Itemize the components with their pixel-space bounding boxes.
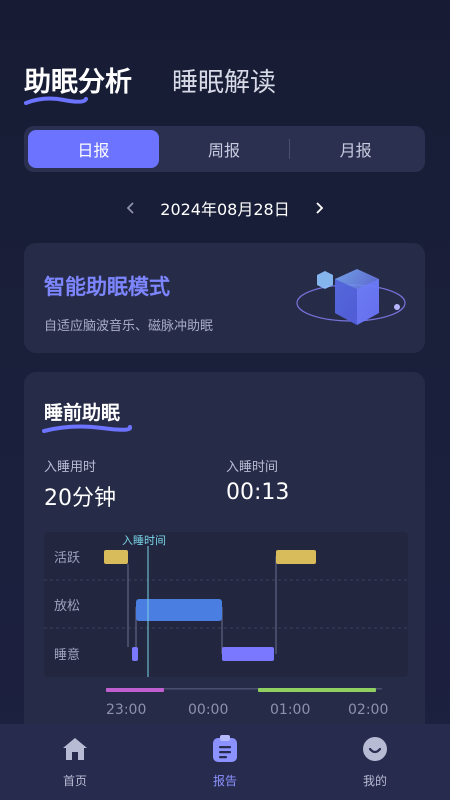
nav-item-report[interactable]: 报告 <box>175 734 275 789</box>
title-underline-decoration <box>24 96 88 105</box>
report-icon <box>210 734 240 764</box>
sleep-state-chart: 活跃 放松 睡意 入睡时间 <box>44 532 408 677</box>
sleepy-segment-bar <box>132 647 138 661</box>
date-navigation: 2024年08月28日 <box>0 196 450 220</box>
timeline-segment-pink <box>106 688 164 692</box>
tab-daily-report[interactable]: 日报 <box>28 130 159 168</box>
title-underline-decoration <box>42 424 132 433</box>
sleep-card-title-text: 睡前助眠 <box>44 402 121 424</box>
nav-item-home[interactable]: 首页 <box>25 734 125 789</box>
timeline-segment-green <box>258 688 376 692</box>
relaxed-segment-bar <box>136 599 222 621</box>
tab-daily-report-label: 日报 <box>77 141 110 160</box>
tab-sleep-interpretation[interactable]: 睡眠解读 <box>172 62 276 99</box>
metric-fall-asleep-duration-label: 入睡用时 <box>44 460 97 475</box>
mode-card-description: 自适应脑波音乐、磁脉冲助眠 <box>44 319 214 334</box>
sleep-onset-marker-label: 入睡时间 <box>122 534 166 547</box>
metric-fall-asleep-time-value: 00:13 <box>226 480 290 505</box>
period-segmented-control: 日报 周报 月报 <box>24 126 425 172</box>
active-segment-bar <box>104 550 128 564</box>
mode-card-title: 智能助眠模式 <box>44 275 170 299</box>
metric-fall-asleep-duration-value: 20分钟 <box>44 486 116 511</box>
header-tabs: 助眠分析 睡眠解读 <box>24 60 276 105</box>
cube-illustration-icon <box>296 269 406 325</box>
active-segment-bar <box>276 550 316 564</box>
level-label-sleepy: 睡意 <box>54 647 80 663</box>
tab-monthly-report-label: 月报 <box>339 141 372 160</box>
home-icon <box>60 734 90 764</box>
chevron-right-icon[interactable] <box>308 197 330 219</box>
nav-item-profile[interactable]: 我的 <box>325 734 425 789</box>
tab-monthly-report[interactable]: 月报 <box>290 130 421 168</box>
time-label: 00:00 <box>188 702 229 718</box>
tab-sleep-aid-analysis[interactable]: 助眠分析 <box>24 60 132 105</box>
nav-item-report-label: 报告 <box>212 774 237 788</box>
tab-sleep-aid-analysis-label: 助眠分析 <box>24 67 132 98</box>
time-label: 23:00 <box>106 702 147 718</box>
level-label-relaxed: 放松 <box>54 599 80 614</box>
time-label: 02:00 <box>348 702 389 718</box>
current-date: 2024年08月28日 <box>160 200 290 219</box>
sleepy-segment-bar <box>222 647 274 661</box>
time-label: 01:00 <box>270 702 311 718</box>
sleep-state-chart-svg: 活跃 放松 睡意 入睡时间 <box>44 534 408 677</box>
tab-weekly-report-label: 周报 <box>208 141 241 160</box>
level-label-active: 活跃 <box>54 551 80 566</box>
chevron-left-icon[interactable] <box>120 197 142 219</box>
time-axis-bar <box>106 688 382 692</box>
bottom-navigation: 首页 报告 我的 <box>0 724 450 800</box>
sleep-card-title: 睡前助眠 <box>42 398 132 433</box>
nav-item-home-label: 首页 <box>62 774 87 788</box>
smart-sleep-mode-card[interactable]: 智能助眠模式 自适应脑波音乐、磁脉冲助眠 <box>24 243 425 353</box>
pre-sleep-aid-card: 睡前助眠 入睡用时 20分钟 入睡时间 00:13 活跃 放松 睡意 入睡时间 … <box>24 372 425 752</box>
profile-icon <box>360 734 390 764</box>
nav-item-profile-label: 我的 <box>362 774 387 788</box>
tab-sleep-interpretation-label: 睡眠解读 <box>172 68 277 98</box>
tab-weekly-report[interactable]: 周报 <box>159 130 290 168</box>
metric-fall-asleep-time-label: 入睡时间 <box>226 460 279 475</box>
